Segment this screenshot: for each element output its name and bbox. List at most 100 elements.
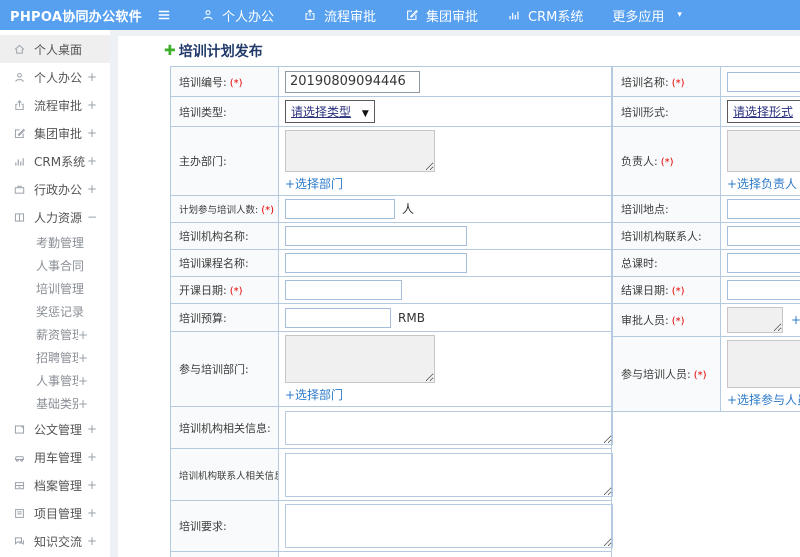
sidebar-item[interactable]: 人力资源 −: [0, 203, 110, 231]
expand-toggle-icon[interactable]: +: [87, 534, 97, 548]
field-label: 培训机构相关信息:: [179, 421, 271, 435]
sidebar-item[interactable]: 知识交流 +: [0, 527, 110, 555]
end-date-input[interactable]: [727, 280, 800, 300]
org-contact-info-textarea[interactable]: [285, 452, 613, 497]
training-requirements-textarea[interactable]: [285, 504, 613, 548]
nav-label: 流程审批: [324, 9, 377, 25]
sidebar-item[interactable]: 用车管理 +: [0, 443, 110, 471]
expand-toggle-icon[interactable]: +: [78, 374, 88, 388]
form-row: 培训编号: (*): [170, 66, 612, 97]
form-row: 总课时:: [612, 249, 800, 277]
sidebar-item-label: 基础类别设置: [36, 397, 78, 411]
field-label: 审批人员:: [621, 314, 669, 327]
required-marker: (*): [660, 157, 674, 168]
sidebar-item-icon: [13, 155, 26, 168]
course-name-input[interactable]: [285, 253, 467, 273]
sidebar-item-label: 人事合同: [36, 259, 85, 273]
bar-chart-icon: [507, 8, 521, 22]
approver-box[interactable]: [727, 307, 783, 333]
training-no-input[interactable]: [285, 70, 420, 93]
start-date-input[interactable]: [285, 280, 402, 300]
sidebar-item-label: 奖惩记录: [36, 305, 85, 319]
form-row: 培训形式: 请选择形式 ▼: [612, 96, 800, 127]
training-name-input[interactable]: [727, 71, 800, 92]
sidebar-item[interactable]: 人事管理 +: [0, 369, 110, 392]
field-label: 培训预算:: [179, 311, 227, 325]
page-title: ✚ 培训计划发布: [164, 41, 263, 61]
sidebar-item[interactable]: 集团审批 +: [0, 119, 110, 147]
org-info-textarea[interactable]: [285, 410, 613, 445]
sidebar-menu: 个人桌面 个人办公 + 流程审批 + 集团审批 + CRM系统 + 行政办公 +…: [0, 30, 110, 557]
field-label: 培训形式:: [621, 105, 669, 119]
budget-input[interactable]: [285, 307, 391, 328]
expand-toggle-icon[interactable]: +: [87, 478, 97, 492]
host-dept-box[interactable]: [285, 130, 435, 172]
form-row: 培训课程名称:: [170, 249, 612, 277]
sidebar-item[interactable]: 公文管理 +: [0, 415, 110, 443]
planned-participants-input[interactable]: [285, 199, 395, 219]
expand-toggle-icon[interactable]: +: [78, 397, 88, 411]
training-form-select[interactable]: 请选择形式 ▼: [727, 100, 800, 123]
select-approver-link[interactable]: +选择审批人员: [791, 313, 800, 327]
form-row: 培训名称: (*): [612, 66, 800, 97]
participating-dept-box[interactable]: [285, 335, 435, 383]
select-participants-link[interactable]: +选择参与人员: [727, 391, 800, 408]
expand-toggle-icon[interactable]: +: [87, 422, 97, 436]
required-marker: (*): [671, 286, 685, 297]
sidebar-item[interactable]: 行政办公 +: [0, 175, 110, 203]
sidebar-item[interactable]: 项目管理 +: [0, 499, 110, 527]
sidebar-item[interactable]: 招聘管理 +: [0, 346, 110, 369]
sidebar-item[interactable]: 培训管理: [0, 277, 110, 300]
training-place-input[interactable]: [727, 199, 800, 219]
sidebar-item[interactable]: 档案管理 +: [0, 471, 110, 499]
sidebar-item[interactable]: 考勤管理: [0, 231, 110, 254]
expand-toggle-icon[interactable]: +: [87, 182, 97, 196]
sidebar-item[interactable]: 个人桌面: [0, 35, 110, 63]
top-nav: 个人办公 流程审批 集团审批 CRM系统 更多应用 ▾: [172, 6, 682, 25]
nav-crm-system[interactable]: CRM系统: [507, 6, 583, 25]
select-dept-link[interactable]: +选择部门: [285, 175, 343, 192]
expand-toggle-icon[interactable]: +: [87, 98, 97, 112]
expand-toggle-icon[interactable]: −: [87, 210, 97, 224]
expand-toggle-icon[interactable]: +: [87, 450, 97, 464]
form-row: 培训预算: RMB: [170, 303, 612, 332]
sidebar-item[interactable]: 奖惩记录: [0, 300, 110, 323]
select-leader-link[interactable]: +选择负责人: [727, 175, 797, 192]
expand-toggle-icon[interactable]: +: [87, 126, 97, 140]
sidebar-item[interactable]: 个人办公 +: [0, 63, 110, 91]
top-header: PHPOA协同办公软件 个人办公 流程审批 集团审批 CRM系统 更多应用 ▾: [0, 0, 800, 30]
sidebar-item[interactable]: 流程审批 +: [0, 91, 110, 119]
sidebar-item-icon: [13, 211, 26, 224]
leader-box[interactable]: [727, 130, 800, 172]
expand-toggle-icon[interactable]: +: [78, 351, 88, 365]
org-name-input[interactable]: [285, 226, 467, 246]
training-type-select[interactable]: 请选择类型 ▼: [285, 100, 375, 123]
nav-more-apps[interactable]: 更多应用 ▾: [612, 6, 682, 25]
sidebar-item[interactable]: 薪资管理 +: [0, 323, 110, 346]
unit-people: 人: [402, 202, 415, 216]
sidebar-item[interactable]: 人事合同: [0, 254, 110, 277]
nav-personal-office[interactable]: 个人办公: [201, 6, 274, 25]
expand-toggle-icon[interactable]: +: [87, 154, 97, 168]
sidebar-item-label: 薪资管理: [36, 328, 78, 342]
hamburger-menu-icon[interactable]: [156, 8, 172, 22]
expand-toggle-icon[interactable]: +: [87, 506, 97, 520]
field-label: 结课日期:: [621, 284, 669, 297]
participants-box[interactable]: [727, 340, 800, 388]
field-label: 主办部门:: [179, 155, 227, 168]
select-dept-link[interactable]: +选择部门: [285, 386, 343, 403]
org-contact-input[interactable]: [727, 226, 800, 246]
select-value: 请选择类型: [291, 105, 352, 119]
sidebar-item[interactable]: CRM系统 +: [0, 147, 110, 175]
required-marker: (*): [671, 77, 685, 89]
expand-toggle-icon[interactable]: +: [78, 328, 88, 342]
field-label: 培训课程名称:: [179, 257, 249, 270]
select-value: 请选择形式: [733, 105, 794, 119]
sidebar-item[interactable]: 基础类别设置 +: [0, 392, 110, 415]
nav-workflow-approval[interactable]: 流程审批: [303, 6, 376, 25]
edit-icon: [405, 8, 419, 22]
total-hours-input[interactable]: [727, 253, 800, 273]
expand-toggle-icon[interactable]: +: [87, 70, 97, 84]
nav-group-approval[interactable]: 集团审批: [405, 6, 478, 25]
field-label: 培训机构名称:: [179, 230, 249, 243]
